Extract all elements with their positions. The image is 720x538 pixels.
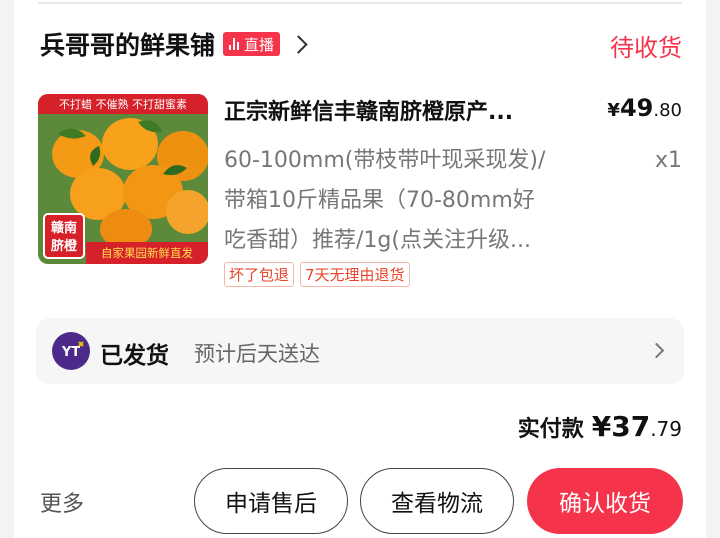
tag-7day-return: 7天无理由退货 [300, 262, 410, 287]
product-quantity: x1 [654, 148, 682, 173]
shipping-status-bar[interactable]: YT 已发货 预计后天送达 [36, 318, 684, 384]
spec-line: 带箱10斤精品果（70-80mm好 [224, 188, 535, 213]
courier-logo-icon: YT [52, 332, 90, 370]
spec-line: 吃香甜）推荐/1g(点关注升级... [224, 228, 531, 253]
payment-amount: ¥37.79 [591, 410, 682, 443]
payment-total: 实付款 ¥37.79 [518, 410, 682, 443]
after-sale-button[interactable]: 申请售后 [194, 468, 348, 534]
product-spec[interactable]: 60-100mm(带枝带叶现采现发)/ 带箱10斤精品果（70-80mm好 吃香… [224, 141, 604, 261]
more-button[interactable]: 更多 [40, 486, 84, 518]
chevron-right-icon [648, 342, 665, 359]
thumb-bottom-banner: 自家果园新鲜直发 [101, 246, 193, 260]
product-price: ¥49.80 [607, 94, 682, 122]
orange-image: 不打蜡 不催熟 不打甜蜜素 赣南 脐橙 自家果园新鲜直发 [38, 94, 208, 264]
shipping-label: 已发货 [100, 343, 169, 369]
spec-line: 60-100mm(带枝带叶现采现发)/ [224, 148, 546, 173]
live-badge[interactable]: 直播 [223, 32, 281, 56]
live-label: 直播 [244, 35, 275, 54]
order-status: 待收货 [610, 34, 682, 62]
thumb-badge-line1: 赣南 [51, 220, 77, 236]
product-thumbnail[interactable]: 不打蜡 不催熟 不打甜蜜素 赣南 脐橙 自家果园新鲜直发 [38, 94, 208, 264]
shipping-eta: 预计后天送达 [194, 342, 320, 366]
product-title[interactable]: 正宗新鲜信丰赣南脐橙原产... [224, 94, 584, 126]
courier-logo-text: YT [61, 345, 80, 360]
divider [38, 2, 682, 4]
shop-name[interactable]: 兵哥哥的鲜果铺 [40, 26, 215, 62]
tag-broken-refund: 坏了包退 [224, 262, 295, 287]
shop-header[interactable]: 兵哥哥的鲜果铺 直播 [40, 26, 308, 62]
service-tags: 坏了包退 7天无理由退货 [224, 262, 410, 287]
live-bars-icon [229, 38, 240, 50]
thumb-top-banner: 不打蜡 不催熟 不打甜蜜素 [59, 97, 187, 111]
view-logistics-button[interactable]: 查看物流 [360, 468, 514, 534]
thumb-badge-line2: 脐橙 [51, 238, 78, 254]
chevron-right-icon[interactable] [289, 34, 308, 54]
confirm-receipt-button[interactable]: 确认收货 [527, 468, 683, 534]
payment-label: 实付款 [517, 417, 584, 442]
